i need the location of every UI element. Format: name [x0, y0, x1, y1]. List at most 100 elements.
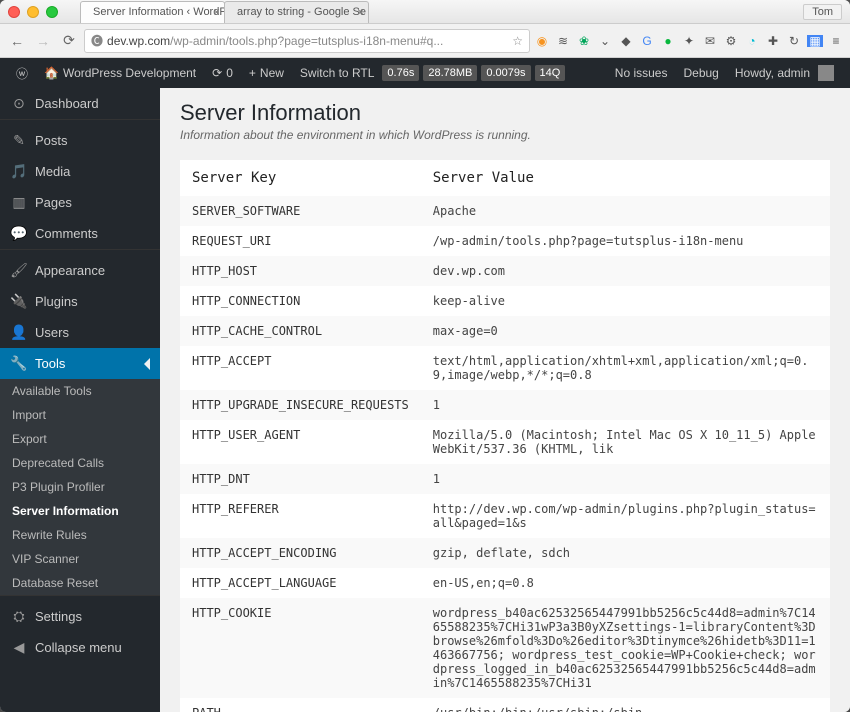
table-row: HTTP_CONNECTIONkeep-alive: [180, 286, 830, 316]
submenu-item[interactable]: Available Tools: [0, 379, 160, 403]
window-minimize-icon[interactable]: [27, 6, 39, 18]
menu-posts[interactable]: ✎Posts: [0, 125, 160, 156]
wp-debug-link[interactable]: Debug: [675, 66, 726, 80]
menu-comments[interactable]: 💬Comments: [0, 218, 160, 249]
appearance-icon: 🖌: [10, 262, 28, 279]
extension-icon[interactable]: ◆: [618, 33, 634, 49]
extension-icon[interactable]: ❀: [576, 33, 592, 49]
menu-label: Settings: [35, 609, 82, 624]
submenu-item[interactable]: VIP Scanner: [0, 547, 160, 571]
server-key-cell: HTTP_REFERER: [180, 494, 421, 538]
posts-icon: ✎: [10, 132, 28, 149]
extension-icon[interactable]: ≋: [555, 33, 571, 49]
table-row: SERVER_SOFTWAREApache: [180, 196, 830, 226]
wp-new-button[interactable]: + New: [241, 58, 292, 88]
extension-icon[interactable]: ✉: [702, 33, 718, 49]
menu-users[interactable]: 👤 Users: [0, 317, 160, 348]
submenu-item[interactable]: Server Information: [0, 499, 160, 523]
window-maximize-icon[interactable]: [46, 6, 58, 18]
wp-issues-link[interactable]: No issues: [607, 66, 676, 80]
menu-label: Users: [35, 325, 69, 340]
wp-admin-sidebar: ⊙Dashboard ✎Posts 🎵Media ▥Pages 💬Comment…: [0, 88, 160, 712]
window-close-icon[interactable]: [8, 6, 20, 18]
wp-new-label: New: [260, 66, 284, 80]
wp-site-link[interactable]: 🏠 WordPress Development: [36, 58, 204, 88]
server-value-cell: gzip, deflate, sdch: [421, 538, 830, 568]
chrome-user-chip[interactable]: Tom: [803, 4, 842, 20]
extension-icon[interactable]: ↻: [786, 33, 802, 49]
wp-content-area: Server Information Information about the…: [160, 88, 850, 712]
table-row: HTTP_USER_AGENTMozilla/5.0 (Macintosh; I…: [180, 420, 830, 464]
table-row: HTTP_ACCEPT_ENCODINGgzip, deflate, sdch: [180, 538, 830, 568]
server-key-cell: HTTP_ACCEPT_ENCODING: [180, 538, 421, 568]
extension-icon[interactable]: ▦: [807, 35, 823, 47]
wp-logo-icon[interactable]: ⓦ: [8, 58, 36, 88]
menu-label: Plugins: [35, 294, 78, 309]
tab-close-icon[interactable]: ×: [213, 5, 220, 19]
menu-label: Collapse menu: [35, 640, 122, 655]
extension-icon[interactable]: ✚: [765, 33, 781, 49]
submenu-item[interactable]: Deprecated Calls: [0, 451, 160, 475]
menu-appearance[interactable]: 🖌Appearance: [0, 255, 160, 286]
submenu-item[interactable]: Database Reset: [0, 571, 160, 595]
extension-icon[interactable]: G: [639, 33, 655, 49]
menu-plugins[interactable]: 🔌 Plugins: [0, 286, 160, 317]
table-row: HTTP_ACCEPT_LANGUAGEen-US,en;q=0.8: [180, 568, 830, 598]
extension-icon[interactable]: ⚙: [723, 33, 739, 49]
tab-close-icon[interactable]: ×: [357, 5, 364, 19]
server-key-cell: REQUEST_URI: [180, 226, 421, 256]
page-info-icon[interactable]: 🅒: [91, 32, 103, 49]
server-value-cell: dev.wp.com: [421, 256, 830, 286]
perf-badge: 0.76s: [382, 65, 419, 81]
wp-account-link[interactable]: Howdy, admin: [727, 65, 842, 81]
browser-tab[interactable]: array to string - Google Se ×: [224, 1, 369, 23]
address-bar[interactable]: 🅒 dev.wp.com/wp-admin/tools.php?page=tut…: [84, 29, 530, 53]
extension-icon[interactable]: ◉: [534, 33, 550, 49]
server-value-cell: keep-alive: [421, 286, 830, 316]
menu-dashboard[interactable]: ⊙Dashboard: [0, 88, 160, 119]
server-value-cell: Mozilla/5.0 (Macintosh; Intel Mac OS X 1…: [421, 420, 830, 464]
nav-back-icon[interactable]: ←: [6, 30, 28, 52]
collapse-icon: ◀: [10, 639, 28, 656]
users-icon: 👤: [10, 324, 28, 341]
server-value-cell: Apache: [421, 196, 830, 226]
nav-reload-icon[interactable]: ⟳: [58, 30, 80, 52]
wp-admin-bar: ⓦ 🏠 WordPress Development ⟳ 0 + New Swit…: [0, 58, 850, 88]
page-title: Server Information: [180, 100, 830, 126]
extension-icon[interactable]: ⌄: [597, 33, 613, 49]
menu-media[interactable]: 🎵Media: [0, 156, 160, 187]
table-row: PATH/usr/bin:/bin:/usr/sbin:/sbin: [180, 698, 830, 712]
wp-rtl-toggle[interactable]: Switch to RTL: [292, 58, 382, 88]
menu-tools[interactable]: 🔧Tools: [0, 348, 160, 379]
media-icon: 🎵: [10, 163, 28, 180]
submenu-item[interactable]: Import: [0, 403, 160, 427]
plugins-icon: 🔌: [10, 293, 28, 310]
server-value-cell: en-US,en;q=0.8: [421, 568, 830, 598]
extension-icon[interactable]: ◔: [744, 33, 760, 49]
menu-pages[interactable]: ▥Pages: [0, 187, 160, 218]
table-row: HTTP_DNT1: [180, 464, 830, 494]
browser-tab-label: array to string - Google Se: [237, 6, 366, 18]
extension-icon[interactable]: ●: [660, 33, 676, 49]
bookmark-star-icon[interactable]: ☆: [512, 34, 523, 48]
browser-tab-active[interactable]: Server Information ‹ WordP ×: [80, 1, 225, 23]
menu-collapse[interactable]: ◀ Collapse menu: [0, 632, 160, 663]
dashboard-icon: ⊙: [10, 95, 28, 112]
extension-icon[interactable]: ✦: [681, 33, 697, 49]
extension-icons: ◉ ≋ ❀ ⌄ ◆ G ● ✦ ✉ ⚙ ◔ ✚ ↻ ▦ ≡: [534, 33, 844, 49]
table-row: HTTP_UPGRADE_INSECURE_REQUESTS1: [180, 390, 830, 420]
server-value-cell: text/html,application/xhtml+xml,applicat…: [421, 346, 830, 390]
table-row: HTTP_HOSTdev.wp.com: [180, 256, 830, 286]
submenu-item[interactable]: P3 Plugin Profiler: [0, 475, 160, 499]
table-header-value: Server Value: [421, 160, 830, 196]
server-key-cell: HTTP_UPGRADE_INSECURE_REQUESTS: [180, 390, 421, 420]
menu-settings[interactable]: ⛭Settings: [0, 601, 160, 632]
wp-updates-icon[interactable]: ⟳ 0: [204, 58, 241, 88]
current-arrow-icon: [144, 358, 150, 370]
submenu-item[interactable]: Rewrite Rules: [0, 523, 160, 547]
submenu-item[interactable]: Export: [0, 427, 160, 451]
server-key-cell: HTTP_ACCEPT_LANGUAGE: [180, 568, 421, 598]
nav-forward-icon[interactable]: →: [32, 30, 54, 52]
chrome-menu-icon[interactable]: ≡: [828, 33, 844, 49]
server-key-cell: HTTP_USER_AGENT: [180, 420, 421, 464]
